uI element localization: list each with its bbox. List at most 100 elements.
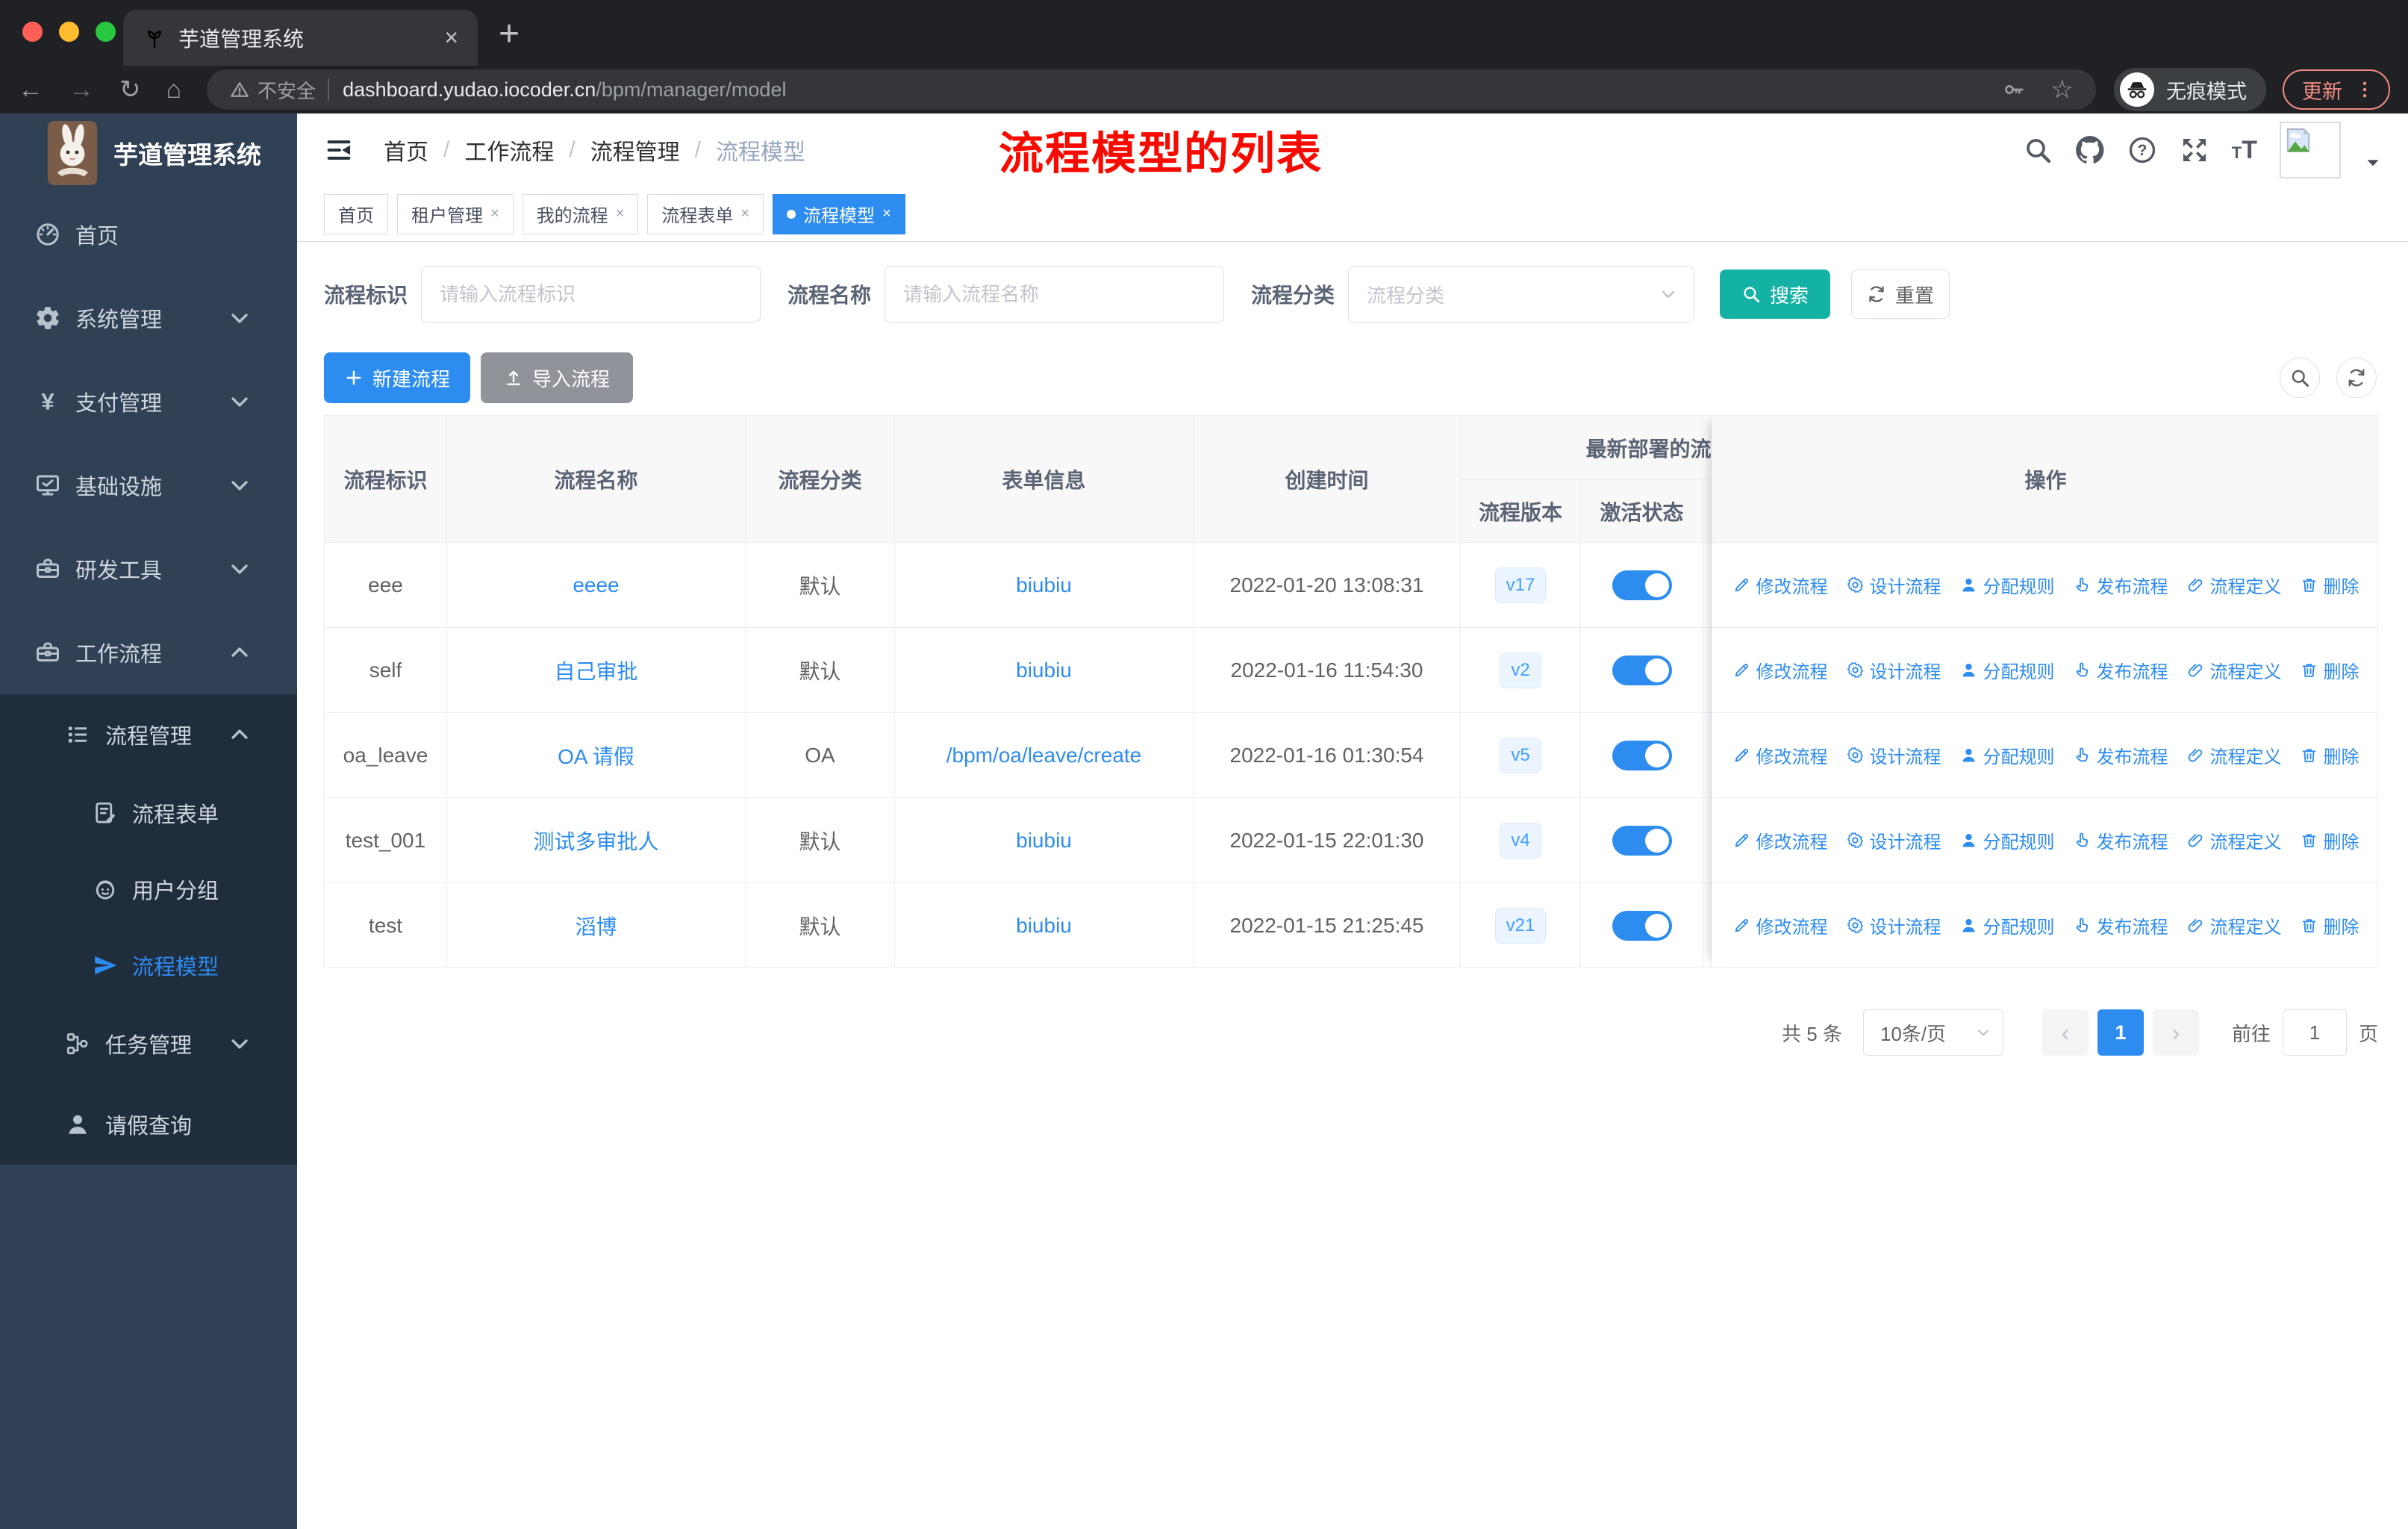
action-assign-user-link[interactable]: 分配规则	[1959, 827, 2055, 853]
action-edit-link[interactable]: 修改流程	[1732, 912, 1828, 938]
new-tab-button[interactable]: +	[499, 13, 520, 55]
process-name-link[interactable]: 测试多审批人	[533, 826, 658, 856]
process-name-link[interactable]: eeee	[573, 573, 619, 597]
avatar[interactable]	[2280, 122, 2341, 178]
action-assign-user-link[interactable]: 分配规则	[1959, 912, 2055, 938]
sidebar-subitem-0[interactable]: 流程管理	[0, 694, 297, 775]
form-info-link[interactable]: /bpm/oa/leave/create	[946, 744, 1142, 767]
window-controls[interactable]	[22, 22, 116, 42]
action-trash-link[interactable]: 删除	[2300, 657, 2359, 683]
font-size-icon[interactable]: TT	[2232, 136, 2257, 165]
active-toggle[interactable]	[1612, 570, 1672, 600]
filter-category-select[interactable]: 流程分类	[1348, 266, 1695, 323]
search-button[interactable]: 搜索	[1720, 270, 1831, 319]
action-design-gear-link[interactable]: 设计流程	[1846, 827, 1941, 853]
filter-name-input[interactable]	[885, 266, 1225, 323]
avatar-caret-down-icon[interactable]	[2363, 153, 2383, 172]
action-definition-clip-link[interactable]: 流程定义	[2186, 657, 2282, 683]
action-edit-link[interactable]: 修改流程	[1732, 742, 1828, 768]
tag-1[interactable]: 租户管理 ×	[397, 193, 514, 234]
refresh-table-button[interactable]	[2336, 358, 2377, 398]
action-trash-link[interactable]: 删除	[2300, 742, 2359, 768]
active-toggle[interactable]	[1612, 740, 1672, 770]
reload-icon[interactable]: ↻	[119, 75, 141, 105]
tab-close-icon[interactable]: ×	[444, 24, 458, 52]
action-edit-link[interactable]: 修改流程	[1732, 827, 1828, 853]
tag-close-icon[interactable]: ×	[616, 205, 625, 222]
sidebar-subitem-4[interactable]: 任务管理	[0, 1003, 297, 1084]
action-trash-link[interactable]: 删除	[2300, 912, 2359, 938]
tag-close-icon[interactable]: ×	[740, 205, 749, 222]
filter-key-input[interactable]	[421, 266, 761, 323]
tag-3[interactable]: 流程表单 ×	[647, 193, 764, 234]
action-design-gear-link[interactable]: 设计流程	[1846, 742, 1941, 768]
action-publish-hand-link[interactable]: 发布流程	[2073, 657, 2168, 683]
browser-tab[interactable]: 芋道管理系统 ×	[123, 10, 478, 66]
browser-menu-dots-icon[interactable]	[2354, 79, 2375, 100]
action-trash-link[interactable]: 删除	[2300, 572, 2359, 598]
process-name-link[interactable]: OA 请假	[558, 741, 634, 770]
sidebar-collapse-icon[interactable]	[324, 135, 354, 165]
action-edit-link[interactable]: 修改流程	[1732, 572, 1828, 598]
next-page-button[interactable]: ›	[2152, 1009, 2199, 1056]
sidebar-subitem-3[interactable]: 流程模型	[0, 927, 297, 1003]
reset-button[interactable]: 重置	[1851, 270, 1950, 319]
page-size-select[interactable]: 10条/页	[1862, 1009, 2003, 1056]
goto-page-input[interactable]	[2282, 1009, 2347, 1056]
hide-search-button[interactable]	[2280, 358, 2320, 398]
fullscreen-icon[interactable]	[2180, 135, 2209, 165]
action-publish-hand-link[interactable]: 发布流程	[2073, 912, 2168, 938]
create-process-button[interactable]: 新建流程	[324, 352, 470, 403]
process-name-link[interactable]: 自己审批	[554, 655, 637, 685]
active-toggle[interactable]	[1612, 825, 1672, 856]
sidebar-subitem-2[interactable]: 用户分组	[0, 851, 297, 927]
action-assign-user-link[interactable]: 分配规则	[1959, 657, 2055, 683]
sidebar-item-5[interactable]: 工作流程	[0, 611, 297, 694]
action-edit-link[interactable]: 修改流程	[1732, 657, 1828, 683]
search-icon[interactable]	[2023, 135, 2053, 165]
minimize-window-button[interactable]	[59, 22, 79, 42]
form-info-link[interactable]: biubiu	[1016, 829, 1072, 853]
action-assign-user-link[interactable]: 分配规则	[1959, 742, 2055, 768]
sidebar-item-4[interactable]: 研发工具	[0, 527, 297, 611]
browser-update-button[interactable]: 更新	[2283, 69, 2390, 110]
process-name-link[interactable]: 滔博	[575, 911, 617, 941]
forward-icon[interactable]: →	[69, 75, 94, 105]
active-toggle[interactable]	[1612, 655, 1672, 685]
action-publish-hand-link[interactable]: 发布流程	[2073, 827, 2168, 853]
tag-close-icon[interactable]: ×	[882, 205, 891, 222]
tag-0[interactable]: 首页	[324, 193, 388, 234]
action-design-gear-link[interactable]: 设计流程	[1846, 572, 1941, 598]
key-icon[interactable]	[2002, 78, 2026, 102]
tag-4[interactable]: 流程模型 ×	[773, 193, 905, 234]
sidebar-item-0[interactable]: 首页	[0, 193, 297, 276]
bookmark-star-icon[interactable]: ☆	[2051, 75, 2074, 105]
action-definition-clip-link[interactable]: 流程定义	[2186, 912, 2282, 938]
action-trash-link[interactable]: 删除	[2300, 827, 2359, 853]
sidebar-item-3[interactable]: 基础设施	[0, 443, 297, 527]
action-definition-clip-link[interactable]: 流程定义	[2186, 742, 2282, 768]
action-assign-user-link[interactable]: 分配规则	[1959, 572, 2055, 598]
current-page-button[interactable]: 1	[2097, 1009, 2144, 1056]
sidebar-subitem-1[interactable]: 流程表单	[0, 775, 297, 851]
action-definition-clip-link[interactable]: 流程定义	[2186, 572, 2282, 598]
help-icon[interactable]: ?	[2127, 135, 2157, 165]
action-publish-hand-link[interactable]: 发布流程	[2073, 572, 2168, 598]
active-toggle[interactable]	[1612, 910, 1672, 941]
maximize-window-button[interactable]	[96, 22, 116, 42]
sidebar-subitem-5[interactable]: 请假查询	[0, 1084, 297, 1165]
home-icon[interactable]: ⌂	[166, 75, 182, 105]
tag-close-icon[interactable]: ×	[490, 205, 499, 222]
prev-page-button[interactable]: ‹	[2042, 1009, 2089, 1056]
github-icon[interactable]	[2075, 135, 2105, 165]
action-definition-clip-link[interactable]: 流程定义	[2186, 827, 2282, 853]
form-info-link[interactable]: biubiu	[1016, 573, 1072, 597]
form-info-link[interactable]: biubiu	[1016, 658, 1072, 682]
breadcrumb-item[interactable]: 首页	[384, 134, 428, 166]
tag-2[interactable]: 我的流程 ×	[522, 193, 639, 234]
action-design-gear-link[interactable]: 设计流程	[1846, 657, 1941, 683]
sidebar-item-2[interactable]: ¥ 支付管理	[0, 360, 297, 443]
action-design-gear-link[interactable]: 设计流程	[1846, 912, 1941, 938]
back-icon[interactable]: ←	[18, 75, 43, 105]
form-info-link[interactable]: biubiu	[1016, 914, 1072, 938]
